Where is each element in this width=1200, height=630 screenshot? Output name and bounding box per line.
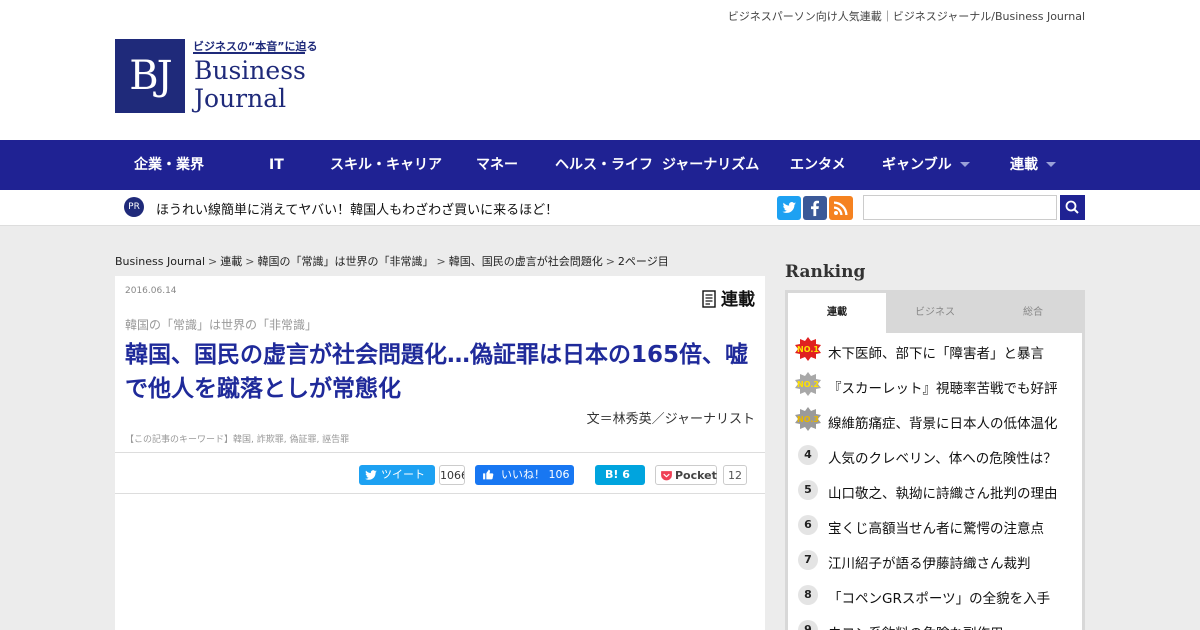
- breadcrumb-current-page: 2ページ目: [617, 255, 669, 268]
- rank-number: 9: [798, 620, 818, 630]
- ranking-item-title: 宝くじ高額当せん者に驚愕の注意点: [828, 521, 1044, 537]
- logo-word-business: Business: [194, 56, 306, 85]
- ranking-item-1[interactable]: NO.1 木下医師、部下に「障害者」と暴言: [788, 333, 1082, 368]
- tab-overall[interactable]: 総合: [984, 293, 1082, 333]
- article-keywords: 【この記事のキーワード】韓国, 詐欺罪, 偽証罪, 誣告罪: [125, 435, 350, 445]
- svg-text:NO.3: NO.3: [797, 415, 819, 424]
- ranking-item-title: 江川紹子が語る伊藤詩織さん裁判: [828, 556, 1031, 572]
- site-tagline: ビジネスパーソン向け人気連載｜ビジネスジャーナル/Business Journa…: [727, 10, 1085, 23]
- search-icon: [1065, 200, 1079, 214]
- ranking-item-title: 線維筋痛症、背景に日本人の低体温化: [828, 416, 1058, 432]
- pocket-icon: [661, 471, 672, 481]
- rank-1-medal-icon: NO.1: [795, 337, 821, 361]
- facebook-icon[interactable]: [803, 196, 827, 220]
- svg-text:NO.2: NO.2: [797, 380, 819, 389]
- rank-number: 7: [798, 550, 818, 570]
- article-title: 韓国、国民の虚言が社会問題化…偽証罪は日本の165倍、嘘で他人を蹴落としが常態化: [125, 342, 749, 402]
- nav-item-entertainment[interactable]: エンタメ: [790, 140, 846, 190]
- tab-business[interactable]: ビジネス: [886, 293, 984, 333]
- rank-number: 8: [798, 585, 818, 605]
- nav-item-skill-career[interactable]: スキル・キャリア: [330, 140, 442, 190]
- ranking-item-title: 木下医師、部下に「障害者」と暴言: [828, 346, 1044, 362]
- rank-3-medal-icon: NO.3: [795, 407, 821, 431]
- ranking-item-3[interactable]: NO.3 線維筋痛症、背景に日本人の低体温化: [788, 403, 1082, 438]
- chevron-down-icon: [959, 162, 970, 167]
- ranking-item-title: 「コペンGRスポーツ」の全貌を入手: [828, 591, 1051, 607]
- pr-link[interactable]: ほうれい線簡単に消えてヤバい！韓国人もわざわざ買いに来るほど！: [156, 199, 558, 218]
- breadcrumb-article[interactable]: 韓国、国民の虚言が社会問題化: [449, 255, 603, 268]
- divider: [115, 452, 765, 453]
- tab-rensai[interactable]: 連載: [788, 293, 886, 333]
- search-button[interactable]: [1060, 195, 1085, 220]
- pocket-count: 12: [723, 465, 747, 485]
- divider: [115, 493, 765, 494]
- breadcrumb-series[interactable]: 韓国の「常識」は世界の「非常識」: [257, 255, 433, 268]
- article-date: 2016.06.14: [125, 286, 177, 296]
- breadcrumb-rensai[interactable]: 連載: [220, 255, 242, 268]
- logo-mark: BJ: [115, 39, 185, 113]
- hatena-bookmark-button[interactable]: B! 6: [595, 465, 645, 485]
- ranking-item-2[interactable]: NO.2 『スカーレット』視聴率苦戦でも好評: [788, 368, 1082, 403]
- ranking-item-4[interactable]: 4 人気のクレベリン、体への危険性は？: [788, 438, 1082, 473]
- tweet-count: 1066: [439, 465, 465, 485]
- logo-divider: [193, 52, 305, 54]
- ranking-item-title: ウコン系飲料の危険な副作用: [828, 622, 1078, 630]
- ranking-panel: 連載 ビジネス 総合 NO.1 木下医師、部下に「障害者」と暴言 NO.2 『ス…: [785, 290, 1085, 630]
- rank-number: 5: [798, 480, 818, 500]
- series-name[interactable]: 韓国の「常識」は世界の「非常識」: [125, 316, 317, 333]
- nav-item-journalism[interactable]: ジャーナリズム: [662, 140, 759, 190]
- nav-item-it[interactable]: IT: [269, 140, 284, 190]
- breadcrumb: Business Journal > 連載 > 韓国の「常識」は世界の「非常識」 > 韓国、…: [115, 255, 669, 268]
- ranking-item-title: 人気のクレベリン、体への危険性は？: [828, 451, 1057, 467]
- rank-number: 6: [798, 515, 818, 535]
- ranking-item-5[interactable]: 5 山口敬之、執拗に詩織さん批判の理由: [788, 473, 1082, 508]
- thumbs-up-icon: [483, 469, 494, 480]
- nav-item-gamble[interactable]: ギャンブル: [882, 140, 970, 190]
- ranking-item-title: 『スカーレット』視聴率苦戦でも好評: [828, 381, 1058, 397]
- nav-item-health-life[interactable]: ヘルス・ライフ: [555, 140, 653, 190]
- rank-number: 4: [798, 445, 818, 465]
- pr-badge: PR: [124, 197, 144, 217]
- category-label: 連載: [701, 285, 755, 310]
- ranking-heading: Ranking: [785, 262, 866, 282]
- twitter-icon: [365, 470, 377, 480]
- main-nav: 企業・業界 IT スキル・キャリア マネー ヘルス・ライフ ジャーナリズム エン…: [0, 140, 1200, 190]
- ranking-tabs: 連載 ビジネス 総合: [788, 293, 1082, 333]
- article-card: 2016.06.14 連載 韓国の「常識」は世界の「非常識」 韓国、国民の虚言が…: [115, 276, 765, 630]
- rank-2-medal-icon: NO.2: [795, 372, 821, 396]
- pr-bar: PR ほうれい線簡単に消えてヤバい！韓国人もわざわざ買いに来るほど！: [0, 190, 1200, 226]
- site-header: ビジネスパーソン向け人気連載｜ビジネスジャーナル/Business Journa…: [0, 0, 1200, 140]
- logo-word-journal: Journal: [194, 84, 287, 113]
- nav-item-money[interactable]: マネー: [476, 140, 518, 190]
- chevron-down-icon: [1046, 162, 1056, 167]
- pocket-button[interactable]: Pocket: [655, 465, 717, 485]
- ranking-item-7[interactable]: 7 江川紹子が語る伊藤詩織さん裁判: [788, 543, 1082, 578]
- document-icon: [702, 290, 716, 308]
- ranking-item-title: 山口敬之、執拗に詩織さん批判の理由: [828, 486, 1058, 502]
- ranking-item-6[interactable]: 6 宝くじ高額当せん者に驚愕の注意点: [788, 508, 1082, 543]
- search-input[interactable]: [863, 195, 1057, 220]
- ranking-item-8[interactable]: 8 「コペンGRスポーツ」の全貌を入手: [788, 578, 1082, 613]
- site-logo[interactable]: BJ ビジネスの“本音”に迫る Business Journal: [115, 38, 317, 118]
- ranking-item-9[interactable]: 9 ウコン系飲料の危険な副作用: [788, 613, 1082, 630]
- breadcrumb-home[interactable]: Business Journal: [115, 255, 205, 268]
- facebook-like-button[interactable]: いいね！ 106: [475, 465, 574, 485]
- nav-item-industry[interactable]: 企業・業界: [134, 140, 204, 190]
- twitter-icon[interactable]: [777, 196, 801, 220]
- article-author: 文＝林秀英／ジャーナリスト: [586, 412, 755, 427]
- rss-icon[interactable]: [829, 196, 853, 220]
- nav-item-rensai[interactable]: 連載: [1010, 140, 1056, 190]
- tweet-button[interactable]: ツイート: [359, 465, 435, 485]
- svg-text:NO.1: NO.1: [797, 345, 819, 354]
- ranking-list: NO.1 木下医師、部下に「障害者」と暴言 NO.2 『スカーレット』視聴率苦戦…: [788, 333, 1082, 630]
